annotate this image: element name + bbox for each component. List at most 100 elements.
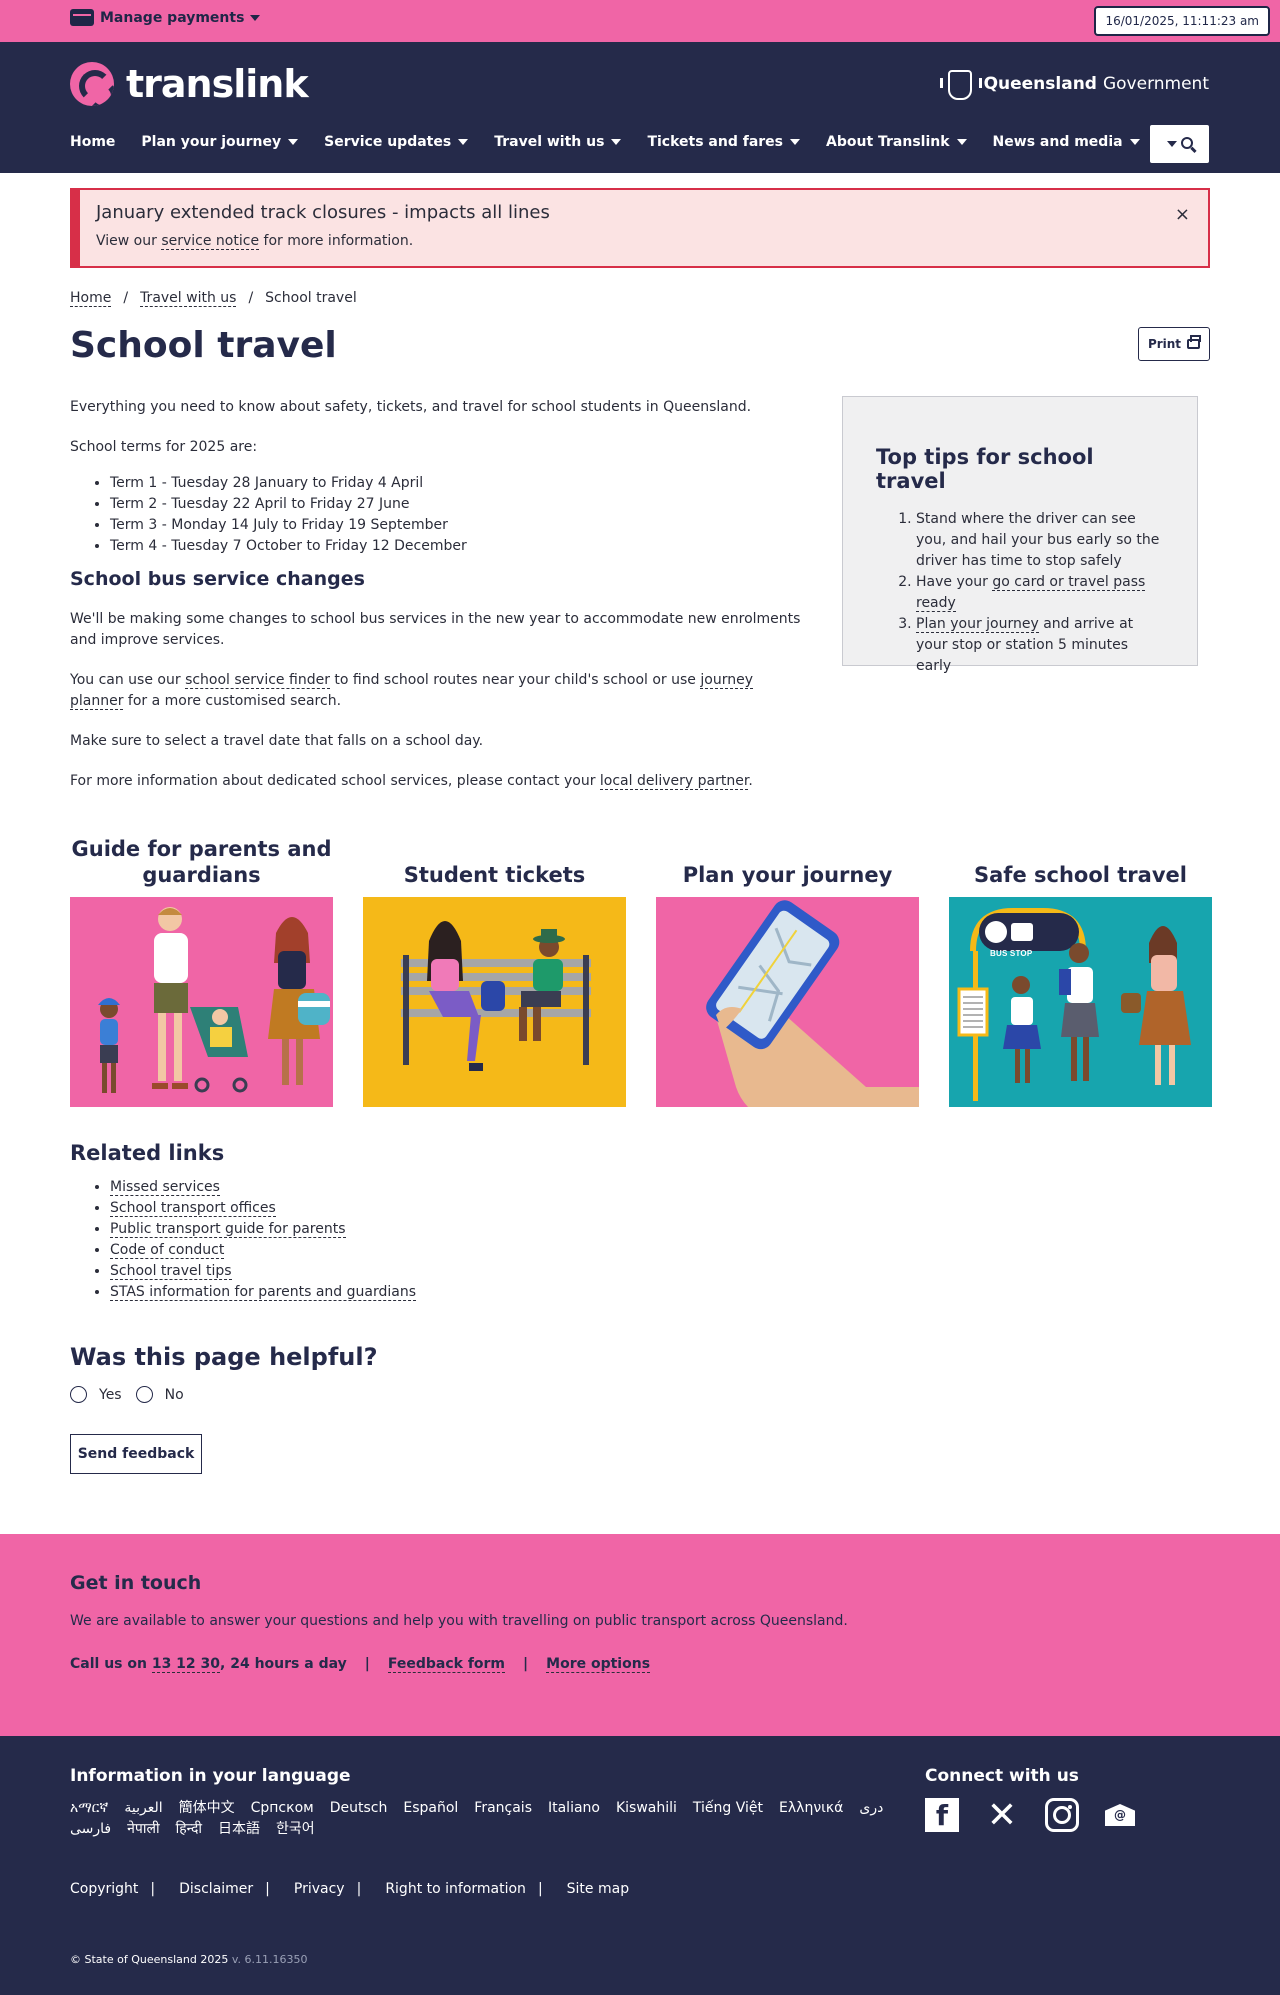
list-item: School transport offices xyxy=(110,1198,416,1219)
facebook-icon[interactable]: f xyxy=(925,1798,959,1832)
translink-logo[interactable]: translink xyxy=(70,62,309,106)
card-parents-guide[interactable]: Guide for parents and guardians xyxy=(70,834,333,1107)
manage-payments-menu[interactable]: Manage payments xyxy=(70,9,261,26)
radio-circle[interactable] xyxy=(70,1386,87,1403)
search-button[interactable] xyxy=(1150,125,1209,163)
print-button[interactable]: Print xyxy=(1138,327,1210,361)
separator: | xyxy=(265,1881,270,1897)
queensland-government-logo[interactable]: Queensland Government xyxy=(938,64,1209,104)
phone-map-illustration xyxy=(656,897,919,1107)
datetime-display: 16/01/2025, 11:11:23 am xyxy=(1094,6,1270,36)
no-radio[interactable]: No xyxy=(135,1386,184,1403)
call-us-text: Call us on 13 12 30, 24 hours a day xyxy=(70,1656,347,1673)
local-delivery-partner-link[interactable]: local delivery partner xyxy=(599,773,749,790)
copyright-link[interactable]: Copyright xyxy=(70,1881,138,1897)
gov-name-rest: Government xyxy=(1102,74,1209,94)
site-map-link[interactable]: Site map xyxy=(567,1881,629,1897)
chevron-down-icon xyxy=(1129,139,1140,145)
students-bench-illustration xyxy=(363,897,626,1107)
nav-service-updates[interactable]: Service updates xyxy=(324,134,469,150)
nav-travel-with-us[interactable]: Travel with us xyxy=(494,134,622,150)
language-link[interactable]: 한국어 xyxy=(276,1819,315,1840)
list-item: Plan your journey and arrive at your sto… xyxy=(916,614,1165,677)
list-item: Code of conduct xyxy=(110,1240,416,1261)
separator: | xyxy=(523,1656,529,1672)
card-student-tickets[interactable]: Student tickets xyxy=(363,834,626,1107)
alert-body: View our service notice for more informa… xyxy=(96,233,413,250)
plan-your-journey-link[interactable]: Plan your journey xyxy=(916,616,1039,633)
instagram-icon[interactable] xyxy=(1045,1798,1079,1832)
school-service-finder-link[interactable]: school service finder xyxy=(185,672,330,689)
language-link[interactable]: Deutsch xyxy=(330,1798,388,1819)
language-link[interactable]: Tiếng Việt xyxy=(693,1798,763,1819)
feedback-form-link[interactable]: Feedback form xyxy=(387,1656,506,1673)
card-title: Plan your journey xyxy=(682,863,893,887)
more-options-link[interactable]: More options xyxy=(546,1656,651,1673)
gov-name-bold: Queensland xyxy=(983,74,1097,94)
radio-circle[interactable] xyxy=(135,1386,153,1403)
right-to-information-link[interactable]: Right to information xyxy=(385,1881,526,1897)
card-plan-your-journey[interactable]: Plan your journey xyxy=(656,834,919,1107)
school-transport-offices-link[interactable]: School transport offices xyxy=(110,1200,276,1217)
missed-services-link[interactable]: Missed services xyxy=(110,1179,220,1196)
language-link[interactable]: Kiswahili xyxy=(616,1798,677,1819)
language-link[interactable]: دری xyxy=(859,1798,883,1819)
nav-tickets-label: Tickets and fares xyxy=(647,134,783,150)
public-transport-guide-link[interactable]: Public transport guide for parents xyxy=(110,1221,346,1238)
language-link[interactable]: Српском xyxy=(251,1798,314,1819)
bus-stop-illustration: BUS STOP xyxy=(949,897,1212,1107)
disclaimer-link[interactable]: Disclaimer xyxy=(179,1881,253,1897)
language-link[interactable]: हिन्दी xyxy=(176,1819,202,1840)
tips-title: Top tips for school travel xyxy=(876,445,1094,493)
school-travel-tips-link[interactable]: School travel tips xyxy=(110,1263,232,1280)
nav-plan-your-journey[interactable]: Plan your journey xyxy=(141,134,299,150)
feedback-options: Yes No xyxy=(70,1386,378,1403)
language-link[interactable]: Italiano xyxy=(548,1798,600,1819)
privacy-link[interactable]: Privacy xyxy=(294,1881,345,1897)
phone-link[interactable]: 13 12 30 xyxy=(151,1656,221,1673)
breadcrumb-home[interactable]: Home xyxy=(70,290,112,307)
language-link[interactable]: العربية xyxy=(124,1798,162,1819)
send-feedback-button[interactable]: Send feedback xyxy=(70,1434,202,1474)
top-tips-box: Top tips for school travel Stand where t… xyxy=(842,396,1198,674)
card-title: Student tickets xyxy=(403,863,586,887)
service-notice-link[interactable]: service notice xyxy=(161,233,260,250)
separator: | xyxy=(364,1656,370,1672)
nav-home[interactable]: Home xyxy=(70,134,115,150)
x-icon[interactable]: ✕ xyxy=(985,1795,1019,1836)
language-link[interactable]: नेपाली xyxy=(127,1819,159,1840)
nav-tickets-and-fares[interactable]: Tickets and fares xyxy=(647,134,800,150)
language-link[interactable]: Français xyxy=(474,1798,532,1819)
nav-news-and-media[interactable]: News and media xyxy=(993,134,1140,150)
tips-list: Stand where the driver can see you, and … xyxy=(884,509,1165,677)
language-link[interactable]: አማርኛ xyxy=(70,1798,108,1819)
chevron-down-icon xyxy=(288,139,299,145)
translink-logo-icon xyxy=(70,62,114,106)
close-icon[interactable]: × xyxy=(1175,204,1190,225)
language-link[interactable]: 簡体中文 xyxy=(179,1798,235,1819)
breadcrumb-current: School travel xyxy=(265,290,357,306)
code-of-conduct-link[interactable]: Code of conduct xyxy=(110,1242,225,1259)
breadcrumb-travel-with-us[interactable]: Travel with us xyxy=(140,290,237,307)
text: , 24 hours a day xyxy=(220,1656,347,1672)
email-icon[interactable]: @ xyxy=(1105,1804,1135,1826)
family-illustration xyxy=(70,897,333,1107)
chevron-down-icon xyxy=(956,139,967,145)
breadcrumb-separator: / xyxy=(123,290,129,306)
yes-radio[interactable]: Yes xyxy=(70,1386,122,1403)
printer-icon xyxy=(1187,335,1202,349)
card-icon xyxy=(70,9,94,26)
stas-information-link[interactable]: STAS information for parents and guardia… xyxy=(110,1284,417,1301)
intro-text: Everything you need to know about safety… xyxy=(70,399,752,415)
language-link[interactable]: Español xyxy=(403,1798,458,1819)
language-link[interactable]: 日本語 xyxy=(218,1819,260,1840)
logo-text: translink xyxy=(126,62,309,106)
language-link[interactable]: Ελληνικά xyxy=(779,1798,843,1819)
card-safe-school-travel[interactable]: Safe school travel BUS STOP xyxy=(949,834,1212,1107)
service-alert: January extended track closures - impact… xyxy=(70,188,1210,268)
text: for a more customised search. xyxy=(123,693,342,709)
list-item: Stand where the driver can see you, and … xyxy=(916,509,1165,572)
nav-about-translink[interactable]: About Translink xyxy=(826,134,967,150)
language-link[interactable]: فارسی xyxy=(70,1819,111,1840)
feature-cards: Guide for parents and guardians Student … xyxy=(70,834,1212,1107)
